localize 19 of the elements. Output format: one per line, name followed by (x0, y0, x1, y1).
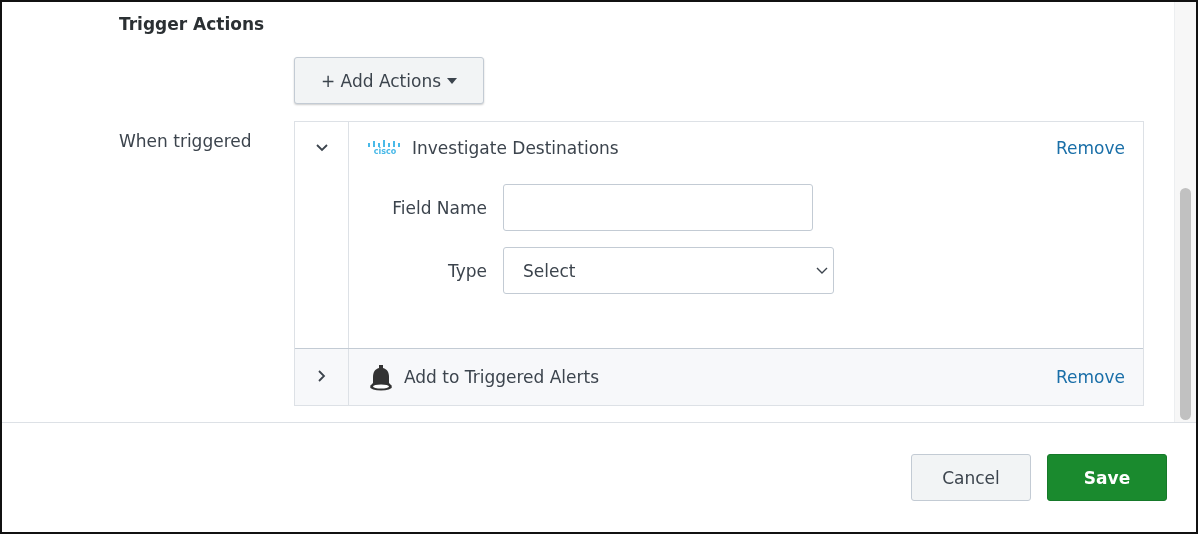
caret-icon (447, 77, 458, 84)
chevron-down-icon[interactable] (315, 144, 328, 152)
remove-link[interactable]: Remove (1056, 138, 1125, 158)
when-triggered-label: When triggered (119, 130, 253, 153)
chevron-right-icon[interactable] (317, 370, 326, 382)
field-name-input[interactable] (503, 184, 813, 231)
type-select[interactable]: Select (503, 247, 834, 294)
action-title: Add to Triggered Alerts (404, 367, 601, 387)
scrollbar-thumb[interactable] (1180, 188, 1191, 420)
add-actions-button[interactable]: + Add Actions (294, 57, 484, 104)
action-title: Investigate Destinations (412, 138, 620, 158)
section-title: Trigger Actions (119, 14, 266, 36)
remove-link[interactable]: Remove (1056, 367, 1125, 387)
cancel-button[interactable]: Cancel (911, 454, 1031, 501)
field-label: Type (446, 260, 488, 281)
chevron-down-icon (816, 266, 828, 275)
save-button[interactable]: Save (1047, 454, 1167, 501)
bell-icon (367, 363, 395, 391)
field-label: Field Name (391, 197, 488, 218)
